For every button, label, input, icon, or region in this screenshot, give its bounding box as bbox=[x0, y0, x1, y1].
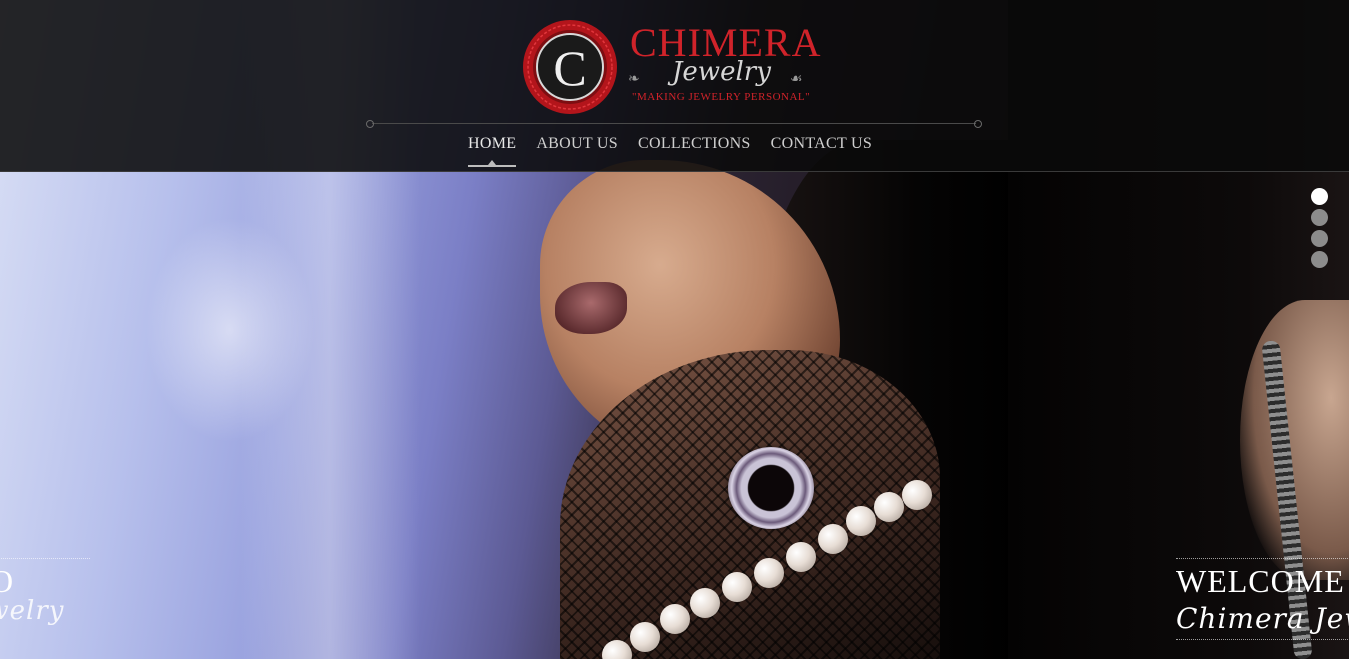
flourish-left-icon: ❧ bbox=[628, 72, 640, 87]
pearl bbox=[874, 492, 904, 522]
slide-caption-right: WELCOME Chimera Jewelry bbox=[1176, 558, 1349, 640]
nav-collections[interactable]: COLLECTIONS bbox=[638, 135, 751, 167]
pearl bbox=[846, 506, 876, 536]
slider-pagination bbox=[1311, 188, 1329, 272]
pearl bbox=[818, 524, 848, 554]
nav-home-label: HOME bbox=[468, 135, 517, 152]
brooch-ring bbox=[728, 447, 814, 529]
slider-dot-2[interactable] bbox=[1311, 209, 1328, 226]
caption-title: TO bbox=[0, 563, 15, 599]
slider-dot-3[interactable] bbox=[1311, 230, 1328, 247]
nav-home[interactable]: HOME bbox=[468, 135, 517, 167]
slider-dot-1[interactable] bbox=[1311, 188, 1328, 205]
caption-title: WELCOME bbox=[1176, 563, 1345, 599]
caption-subtitle: Chimera Jewelry bbox=[1176, 602, 1349, 640]
model-lips bbox=[555, 282, 627, 334]
nav-contact-us[interactable]: CONTACT US bbox=[771, 135, 872, 167]
header-divider bbox=[366, 120, 982, 128]
site-header: C CHIMERA ❧ Jewelry ☙ "MAKING JEWELRY PE… bbox=[0, 0, 1349, 172]
pearl bbox=[722, 572, 752, 602]
nav-about-us[interactable]: ABOUT US bbox=[536, 135, 618, 167]
pearl bbox=[660, 604, 690, 634]
logo-emblem-icon: C bbox=[523, 20, 617, 114]
brand-logo[interactable]: C CHIMERA ❧ Jewelry ☙ "MAKING JEWELRY PE… bbox=[522, 19, 832, 117]
nav-contact-us-label: CONTACT US bbox=[770, 135, 873, 152]
slide-caption-left: TO ewelry bbox=[0, 558, 90, 626]
main-nav: HOME ABOUT US COLLECTIONS CONTACT US bbox=[468, 135, 872, 167]
pearl bbox=[786, 542, 816, 572]
brand-script: Jewelry bbox=[672, 57, 771, 87]
brand-tagline: "MAKING JEWELRY PERSONAL" bbox=[632, 91, 811, 103]
pearl bbox=[902, 480, 932, 510]
slider-dot-4[interactable] bbox=[1311, 251, 1328, 268]
pearl bbox=[754, 558, 784, 588]
active-caret-icon bbox=[488, 160, 497, 165]
pearl bbox=[630, 622, 660, 652]
flourish-right-icon: ☙ bbox=[790, 72, 803, 87]
pearl bbox=[690, 588, 720, 618]
caption-subtitle: ewelry bbox=[0, 596, 65, 626]
nav-collections-label: COLLECTIONS bbox=[638, 135, 751, 152]
nav-about-us-label: ABOUT US bbox=[536, 135, 618, 152]
logo-letter: C bbox=[553, 40, 586, 96]
